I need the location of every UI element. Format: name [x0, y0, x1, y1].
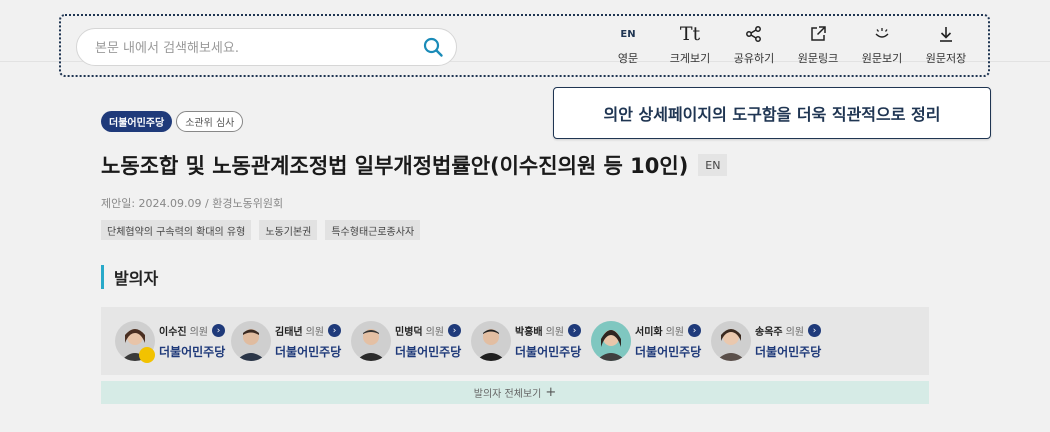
sponsor-role: 의원 — [785, 327, 805, 338]
sponsor-name: 박홍배 — [515, 327, 543, 338]
avatar — [231, 321, 271, 361]
sponsor-item[interactable]: 이수진 의원 › 더불어민주당 — [115, 321, 235, 365]
sponsor-party: 더불어민주당 — [275, 345, 342, 359]
plus-icon: + — [545, 385, 557, 400]
avatar — [471, 321, 511, 361]
bill-badges: 더불어민주당 소관위 심사 — [101, 111, 244, 132]
sponsor-role: 의원 — [189, 327, 209, 338]
sponsor-party: 더불어민주당 — [159, 345, 226, 359]
sponsor-party: 더불어민주당 — [395, 345, 462, 359]
sponsor-name: 김태년 — [275, 327, 303, 338]
sponsor-name: 민병덕 — [395, 327, 423, 338]
chevron-right-icon[interactable]: › — [568, 324, 582, 337]
keyword-tag[interactable]: 단체협약의 구속력의 확대의 유형 — [101, 220, 252, 240]
keyword-tag[interactable]: 노동기본권 — [259, 220, 318, 240]
chevron-right-icon[interactable]: › — [688, 324, 702, 337]
avatar — [351, 321, 391, 361]
callout-annotation: 의안 상세페이지의 도구함을 더욱 직관적으로 정리 — [553, 87, 991, 139]
sponsor-list: 이수진 의원 › 더불어민주당 김태년 의원 › 더불어민주당 민병덕 의원 › 더불어민주… — [101, 307, 929, 375]
sponsor-item[interactable]: 송옥주 의원 › 더불어민주당 — [711, 321, 831, 365]
chevron-right-icon[interactable]: › — [808, 324, 822, 337]
sponsor-item[interactable]: 민병덕 의원 › 더불어민주당 — [351, 321, 471, 365]
sponsor-name: 송옥주 — [755, 327, 783, 338]
chevron-right-icon[interactable]: › — [212, 324, 226, 337]
sponsor-party: 더불어민주당 — [635, 345, 702, 359]
view-all-label: 발의자 전체보기 — [473, 389, 542, 400]
sponsor-role: 의원 — [545, 327, 565, 338]
stage-badge: 소관위 심사 — [176, 111, 244, 132]
chevron-right-icon[interactable]: › — [448, 324, 462, 337]
lead-sponsor-crown-icon — [139, 347, 155, 363]
toolbox-highlight — [59, 14, 990, 77]
en-toggle-tag[interactable]: EN — [698, 154, 728, 176]
sponsor-party: 더불어민주당 — [755, 345, 822, 359]
sponsor-name: 이수진 — [159, 327, 187, 338]
sponsor-role: 의원 — [425, 327, 445, 338]
avatar — [711, 321, 751, 361]
sponsor-item[interactable]: 김태년 의원 › 더불어민주당 — [231, 321, 351, 365]
sponsor-name: 서미화 — [635, 327, 663, 338]
view-all-sponsors-button[interactable]: 발의자 전체보기 + — [101, 381, 929, 404]
bill-meta: 제안일: 2024.09.09 / 환경노동위원회 — [101, 197, 284, 210]
party-badge: 더불어민주당 — [101, 111, 173, 132]
sponsor-role: 의원 — [305, 327, 325, 338]
sponsor-item[interactable]: 박홍배 의원 › 더불어민주당 — [471, 321, 591, 365]
avatar — [591, 321, 631, 361]
sponsor-item[interactable]: 서미화 의원 › 더불어민주당 — [591, 321, 711, 365]
chevron-right-icon[interactable]: › — [328, 324, 342, 337]
page-title: 노동조합 및 노동관계조정법 일부개정법률안(이수진의원 등 10인) — [101, 154, 689, 178]
bill-title-row: 노동조합 및 노동관계조정법 일부개정법률안(이수진의원 등 10인) EN — [101, 150, 728, 180]
sponsor-role: 의원 — [665, 327, 685, 338]
keyword-tag[interactable]: 특수형태근로종사자 — [325, 220, 421, 240]
keyword-tags: 단체협약의 구속력의 확대의 유형 노동기본권 특수형태근로종사자 — [101, 220, 421, 240]
sponsor-party: 더불어민주당 — [515, 345, 582, 359]
section-title-sponsors: 발의자 — [101, 265, 158, 289]
